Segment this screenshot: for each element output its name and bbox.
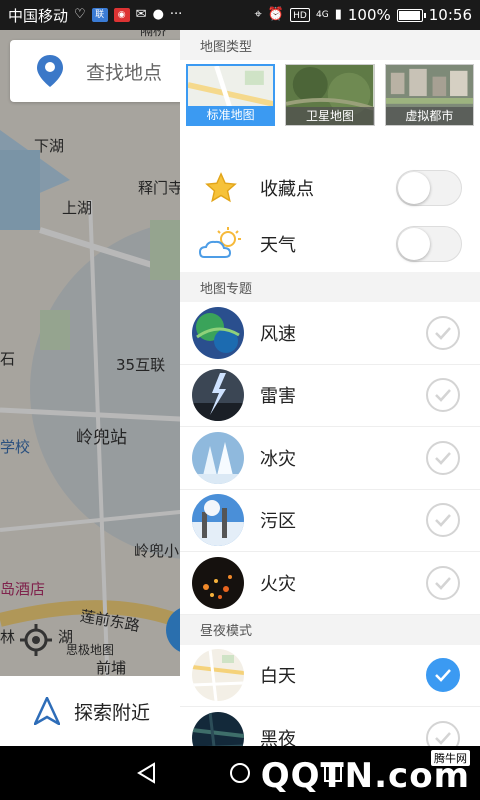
app-badge-icon: 联 — [91, 8, 108, 22]
mode-row-night[interactable]: 黑夜 — [180, 707, 480, 746]
heart-icon: ♡ — [74, 7, 86, 22]
hd-badge: HD — [290, 8, 311, 22]
map-type-standard[interactable]: 标准地图 — [186, 64, 276, 126]
system-nav-bar: QQTN.com 腾牛网 — [0, 746, 480, 800]
section-header-day-night: 昼夜模式 — [180, 614, 480, 645]
mode-label: 白天 — [260, 666, 296, 688]
explore-nearby-button[interactable]: 探索附近 — [0, 676, 200, 746]
fire-thumbnail — [192, 556, 244, 609]
day-map-thumbnail — [192, 649, 244, 702]
locate-me-button[interactable] — [18, 622, 54, 658]
status-bar: 中国移动 ♡ 联 ◉ ✉ ● ··· ⌖ ⏰ HD 4G ▮ 100% 10:5… — [0, 0, 480, 30]
weather-label: 天气 — [260, 235, 296, 256]
alarm-icon: ⏰ — [267, 7, 285, 22]
night-map-thumbnail — [192, 711, 244, 746]
home-icon[interactable] — [229, 762, 251, 784]
ice-thumbnail — [192, 431, 244, 484]
section-header-map-type: 地图类型 — [180, 30, 480, 60]
crosshair-icon — [20, 624, 52, 656]
section-header-topics: 地图专题 — [180, 272, 480, 302]
check-icon[interactable] — [426, 378, 460, 413]
pollution-thumbnail — [192, 494, 244, 547]
navigate-arrow-icon — [34, 697, 60, 725]
topic-row-fire[interactable]: 火灾 — [180, 552, 480, 615]
topic-label: 火灾 — [260, 573, 296, 595]
topic-label: 污区 — [260, 511, 296, 533]
location-pin-icon: ● — [152, 7, 164, 22]
location-icon: ⌖ — [254, 7, 262, 22]
map-type-label: 卫星地图 — [286, 107, 374, 125]
topic-row-ice[interactable]: 冰灾 — [180, 427, 480, 490]
explore-nearby-label: 探索附近 — [74, 701, 151, 724]
check-icon[interactable] — [426, 720, 460, 746]
signal-icon: ▮ — [334, 7, 342, 22]
network-label: 4G — [316, 10, 329, 20]
map-type-satellite[interactable]: 卫星地图 — [285, 64, 375, 126]
weather-toggle-row: 天气 — [180, 216, 480, 272]
weather-icon — [198, 224, 244, 264]
clock: 10:56 — [428, 6, 472, 24]
star-icon — [198, 168, 244, 208]
map-type-label: 虚拟都市 — [385, 107, 473, 125]
map-type-selector: 标准地图 卫星地图 虚拟都市 — [180, 60, 480, 160]
back-icon[interactable] — [136, 762, 158, 784]
check-icon[interactable] — [426, 658, 460, 693]
check-icon[interactable] — [426, 315, 460, 350]
favorites-label: 收藏点 — [260, 179, 314, 200]
watermark: QQTN.com 腾牛网 — [261, 750, 470, 796]
topic-row-lightning[interactable]: 雷害 — [180, 365, 480, 427]
topic-label: 雷害 — [260, 386, 296, 408]
topic-label: 冰灾 — [260, 448, 296, 470]
mode-row-day[interactable]: 白天 — [180, 645, 480, 707]
map-type-virtual-city[interactable]: 虚拟都市 — [384, 64, 474, 126]
favorites-toggle-row: 收藏点 — [180, 160, 480, 216]
check-icon[interactable] — [426, 565, 460, 600]
location-pin-icon — [37, 55, 63, 87]
topic-row-wind[interactable]: 风速 — [180, 302, 480, 365]
topic-row-pollution[interactable]: 污区 — [180, 490, 480, 552]
mail-icon: ✉ — [135, 7, 147, 22]
battery-percent: 100% — [347, 6, 391, 24]
app-badge-icon: ◉ — [113, 8, 130, 22]
mode-label: 黑夜 — [260, 728, 296, 746]
more-icon: ··· — [169, 7, 183, 22]
map-type-label: 标准地图 — [188, 106, 274, 124]
layers-panel: 地图类型 标准地图 卫星地图 虚拟都市 收藏点 天气 地图专题 风速 雷害 冰灾… — [180, 30, 480, 746]
favorites-switch[interactable] — [396, 170, 462, 206]
battery-icon — [396, 8, 426, 22]
lightning-thumbnail — [192, 369, 244, 422]
topic-label: 风速 — [260, 323, 296, 345]
watermark-sub: 腾牛网 — [431, 750, 470, 766]
search-placeholder: 查找地点 — [86, 61, 163, 84]
wind-thumbnail — [192, 306, 244, 359]
weather-switch[interactable] — [396, 226, 462, 262]
check-icon[interactable] — [426, 440, 460, 475]
check-icon[interactable] — [426, 503, 460, 538]
carrier-label: 中国移动 — [8, 6, 69, 25]
